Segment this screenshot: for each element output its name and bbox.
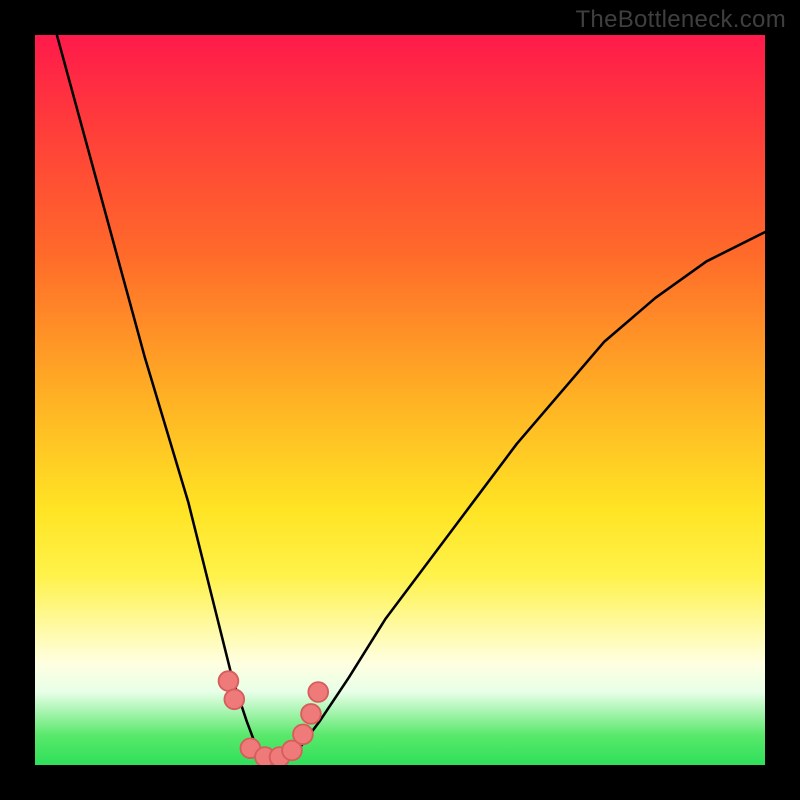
marker-dot <box>293 724 313 744</box>
marker-dot <box>224 689 244 709</box>
marker-dot <box>219 671 239 691</box>
marker-dot-group <box>219 671 329 765</box>
marker-dot <box>308 682 328 702</box>
watermark-text: TheBottleneck.com <box>575 6 786 34</box>
plot-area <box>35 35 765 765</box>
marker-dot <box>301 704 321 724</box>
chart-frame: TheBottleneck.com <box>0 0 800 800</box>
chart-svg <box>35 35 765 765</box>
bottleneck-curve <box>57 35 765 765</box>
